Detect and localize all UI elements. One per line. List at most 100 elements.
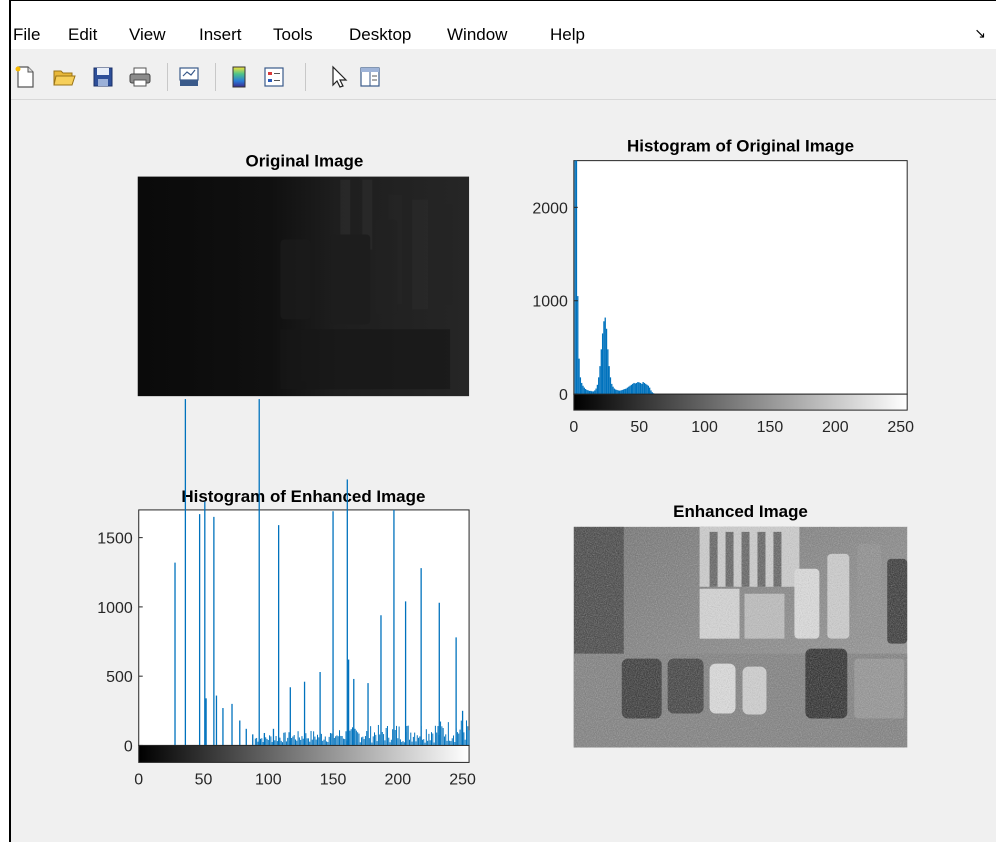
- histogram-original-bar: [638, 382, 640, 395]
- histogram-original-bar: [633, 382, 635, 395]
- histogram-original-bar: [582, 385, 584, 395]
- histogram-original-bar: [600, 349, 602, 395]
- histogram-original-x-tick-label: 250: [887, 419, 914, 436]
- histogram-enhanced-axes[interactable]: 0 500 1000 1500 0 50 100 150 200 250 Histogram o…: [97, 487, 476, 788]
- histogram-original-bar: [615, 389, 617, 395]
- histogram-original-bar: [641, 383, 643, 395]
- histogram-enhanced-y-tick-label: 1000: [97, 600, 133, 617]
- histogram-original-bar: [621, 389, 623, 395]
- histogram-original-bar: [645, 383, 647, 395]
- original-image-axes[interactable]: Original Image: [137, 152, 470, 397]
- histogram-original-bar: [646, 384, 648, 395]
- histogram-enhanced-y-tick-label: 1500: [97, 531, 133, 548]
- figure-window: File Edit View Insert Tools Desktop Wind…: [9, 0, 996, 842]
- property-inspector-icon[interactable]: [358, 65, 382, 89]
- menu-insert[interactable]: Insert: [199, 25, 242, 45]
- menu-bar: File Edit View Insert Tools Desktop Wind…: [11, 1, 996, 49]
- toolbar-separator: [215, 63, 216, 91]
- print-icon[interactable]: [128, 65, 152, 89]
- save-icon[interactable]: [91, 65, 115, 89]
- menu-desktop[interactable]: Desktop: [349, 25, 411, 45]
- histogram-enhanced-x-tick-label: 50: [195, 771, 213, 788]
- histogram-original-plot-area: [573, 160, 908, 395]
- toolbar: [11, 53, 996, 100]
- original-image-title: Original Image: [246, 152, 364, 171]
- enhanced-image: [573, 526, 908, 748]
- histogram-original-bar: [596, 384, 599, 395]
- histogram-original-x-tick-label: 50: [630, 419, 648, 436]
- dock-arrow-icon[interactable]: ↘: [974, 25, 986, 42]
- histogram-original-bar: [612, 386, 614, 395]
- histogram-original-bar: [594, 390, 596, 395]
- histogram-original-bar: [622, 389, 625, 395]
- histogram-original-bar: [583, 387, 585, 395]
- histogram-original-x-tick-label: 200: [822, 419, 849, 436]
- histogram-original-bar: [586, 389, 588, 395]
- histogram-original-bar: [575, 160, 578, 395]
- histogram-enhanced-x-tick-label: 100: [255, 771, 282, 788]
- histogram-original-bar: [611, 383, 613, 395]
- histogram-original-bar: [650, 390, 652, 395]
- menu-file[interactable]: File: [13, 25, 40, 45]
- colorbar-icon[interactable]: [227, 65, 251, 89]
- histogram-enhanced-x-tick-label: 200: [385, 771, 412, 788]
- histogram-enhanced-x-ticks: 0 50 100 150 200 250: [134, 771, 476, 788]
- histogram-enhanced-x-tick-label: 0: [134, 771, 143, 788]
- histogram-enhanced-y-ticks: 0 500 1000 1500: [97, 531, 143, 755]
- histogram-original-title: Histogram of Original Image: [627, 137, 854, 156]
- histogram-original-y-tick-label: 2000: [532, 200, 568, 217]
- histogram-original-bar: [624, 389, 626, 395]
- menu-view[interactable]: View: [129, 25, 166, 45]
- histogram-original-x-ticks: 0 50 100 150 200 250: [569, 419, 914, 436]
- histogram-original-x-tick-label: 150: [757, 419, 784, 436]
- histogram-original-bar: [601, 333, 604, 395]
- histogram-original-colorbar: [573, 393, 908, 411]
- new-file-icon[interactable]: [13, 65, 37, 89]
- histogram-original-bar: [635, 382, 638, 395]
- histogram-original-bar: [579, 377, 582, 395]
- histogram-enhanced-x-tick-label: 250: [449, 771, 476, 788]
- link-plot-icon[interactable]: [177, 65, 201, 89]
- histogram-original-bar: [584, 389, 587, 395]
- histogram-original-bar: [581, 382, 583, 395]
- histogram-original-bar: [639, 382, 642, 395]
- histogram-original-x-tick-label: 0: [569, 419, 578, 436]
- histogram-enhanced-colorbar: [138, 744, 470, 763]
- histogram-original-bar: [632, 383, 634, 395]
- legend-icon[interactable]: [262, 65, 286, 89]
- histogram-original-bar: [617, 390, 619, 395]
- histogram-original-bar: [637, 382, 639, 395]
- histogram-original-bar: [616, 389, 618, 395]
- histogram-enhanced-title: Histogram of Enhanced Image: [181, 487, 425, 506]
- histogram-original-bar: [647, 385, 650, 395]
- toolbar-separator: [167, 63, 168, 91]
- histogram-original-bar: [634, 383, 636, 395]
- histogram-original-bar: [642, 382, 644, 395]
- histogram-enhanced-y-tick-label: 0: [124, 738, 133, 755]
- histogram-original-bar: [629, 385, 631, 395]
- menu-window[interactable]: Window: [447, 25, 507, 45]
- histogram-original-bar: [630, 384, 633, 395]
- histogram-original-bar: [599, 366, 601, 395]
- histogram-original-axes[interactable]: Histogram of Original Image 0 1000 2000 0 5…: [532, 137, 914, 436]
- toolbar-separator: [305, 63, 306, 91]
- histogram-original-bar: [604, 317, 606, 395]
- menu-edit[interactable]: Edit: [68, 25, 97, 45]
- enhanced-image-title: Enhanced Image: [673, 502, 808, 521]
- histogram-original-bar: [587, 390, 589, 395]
- histogram-original-bar: [603, 321, 605, 395]
- histogram-original-bar: [613, 388, 616, 395]
- histogram-original-bar: [643, 382, 646, 395]
- histogram-original-bar: [609, 377, 612, 395]
- open-folder-icon[interactable]: [52, 65, 76, 89]
- histogram-original-y-ticks: 0 1000 2000: [532, 200, 578, 404]
- menu-tools[interactable]: Tools: [273, 25, 313, 45]
- histogram-enhanced-x-tick-label: 150: [320, 771, 347, 788]
- histogram-original-x-tick-label: 100: [691, 419, 718, 436]
- menu-help[interactable]: Help: [550, 25, 585, 45]
- histogram-original-y-tick-label: 0: [559, 387, 568, 404]
- enhanced-image-axes[interactable]: Enhanced Image: [573, 502, 908, 748]
- pointer-icon[interactable]: [327, 65, 351, 89]
- histogram-original-bar: [607, 349, 609, 395]
- figure-canvas[interactable]: Original Image Histogram of Original Ima…: [11, 99, 996, 843]
